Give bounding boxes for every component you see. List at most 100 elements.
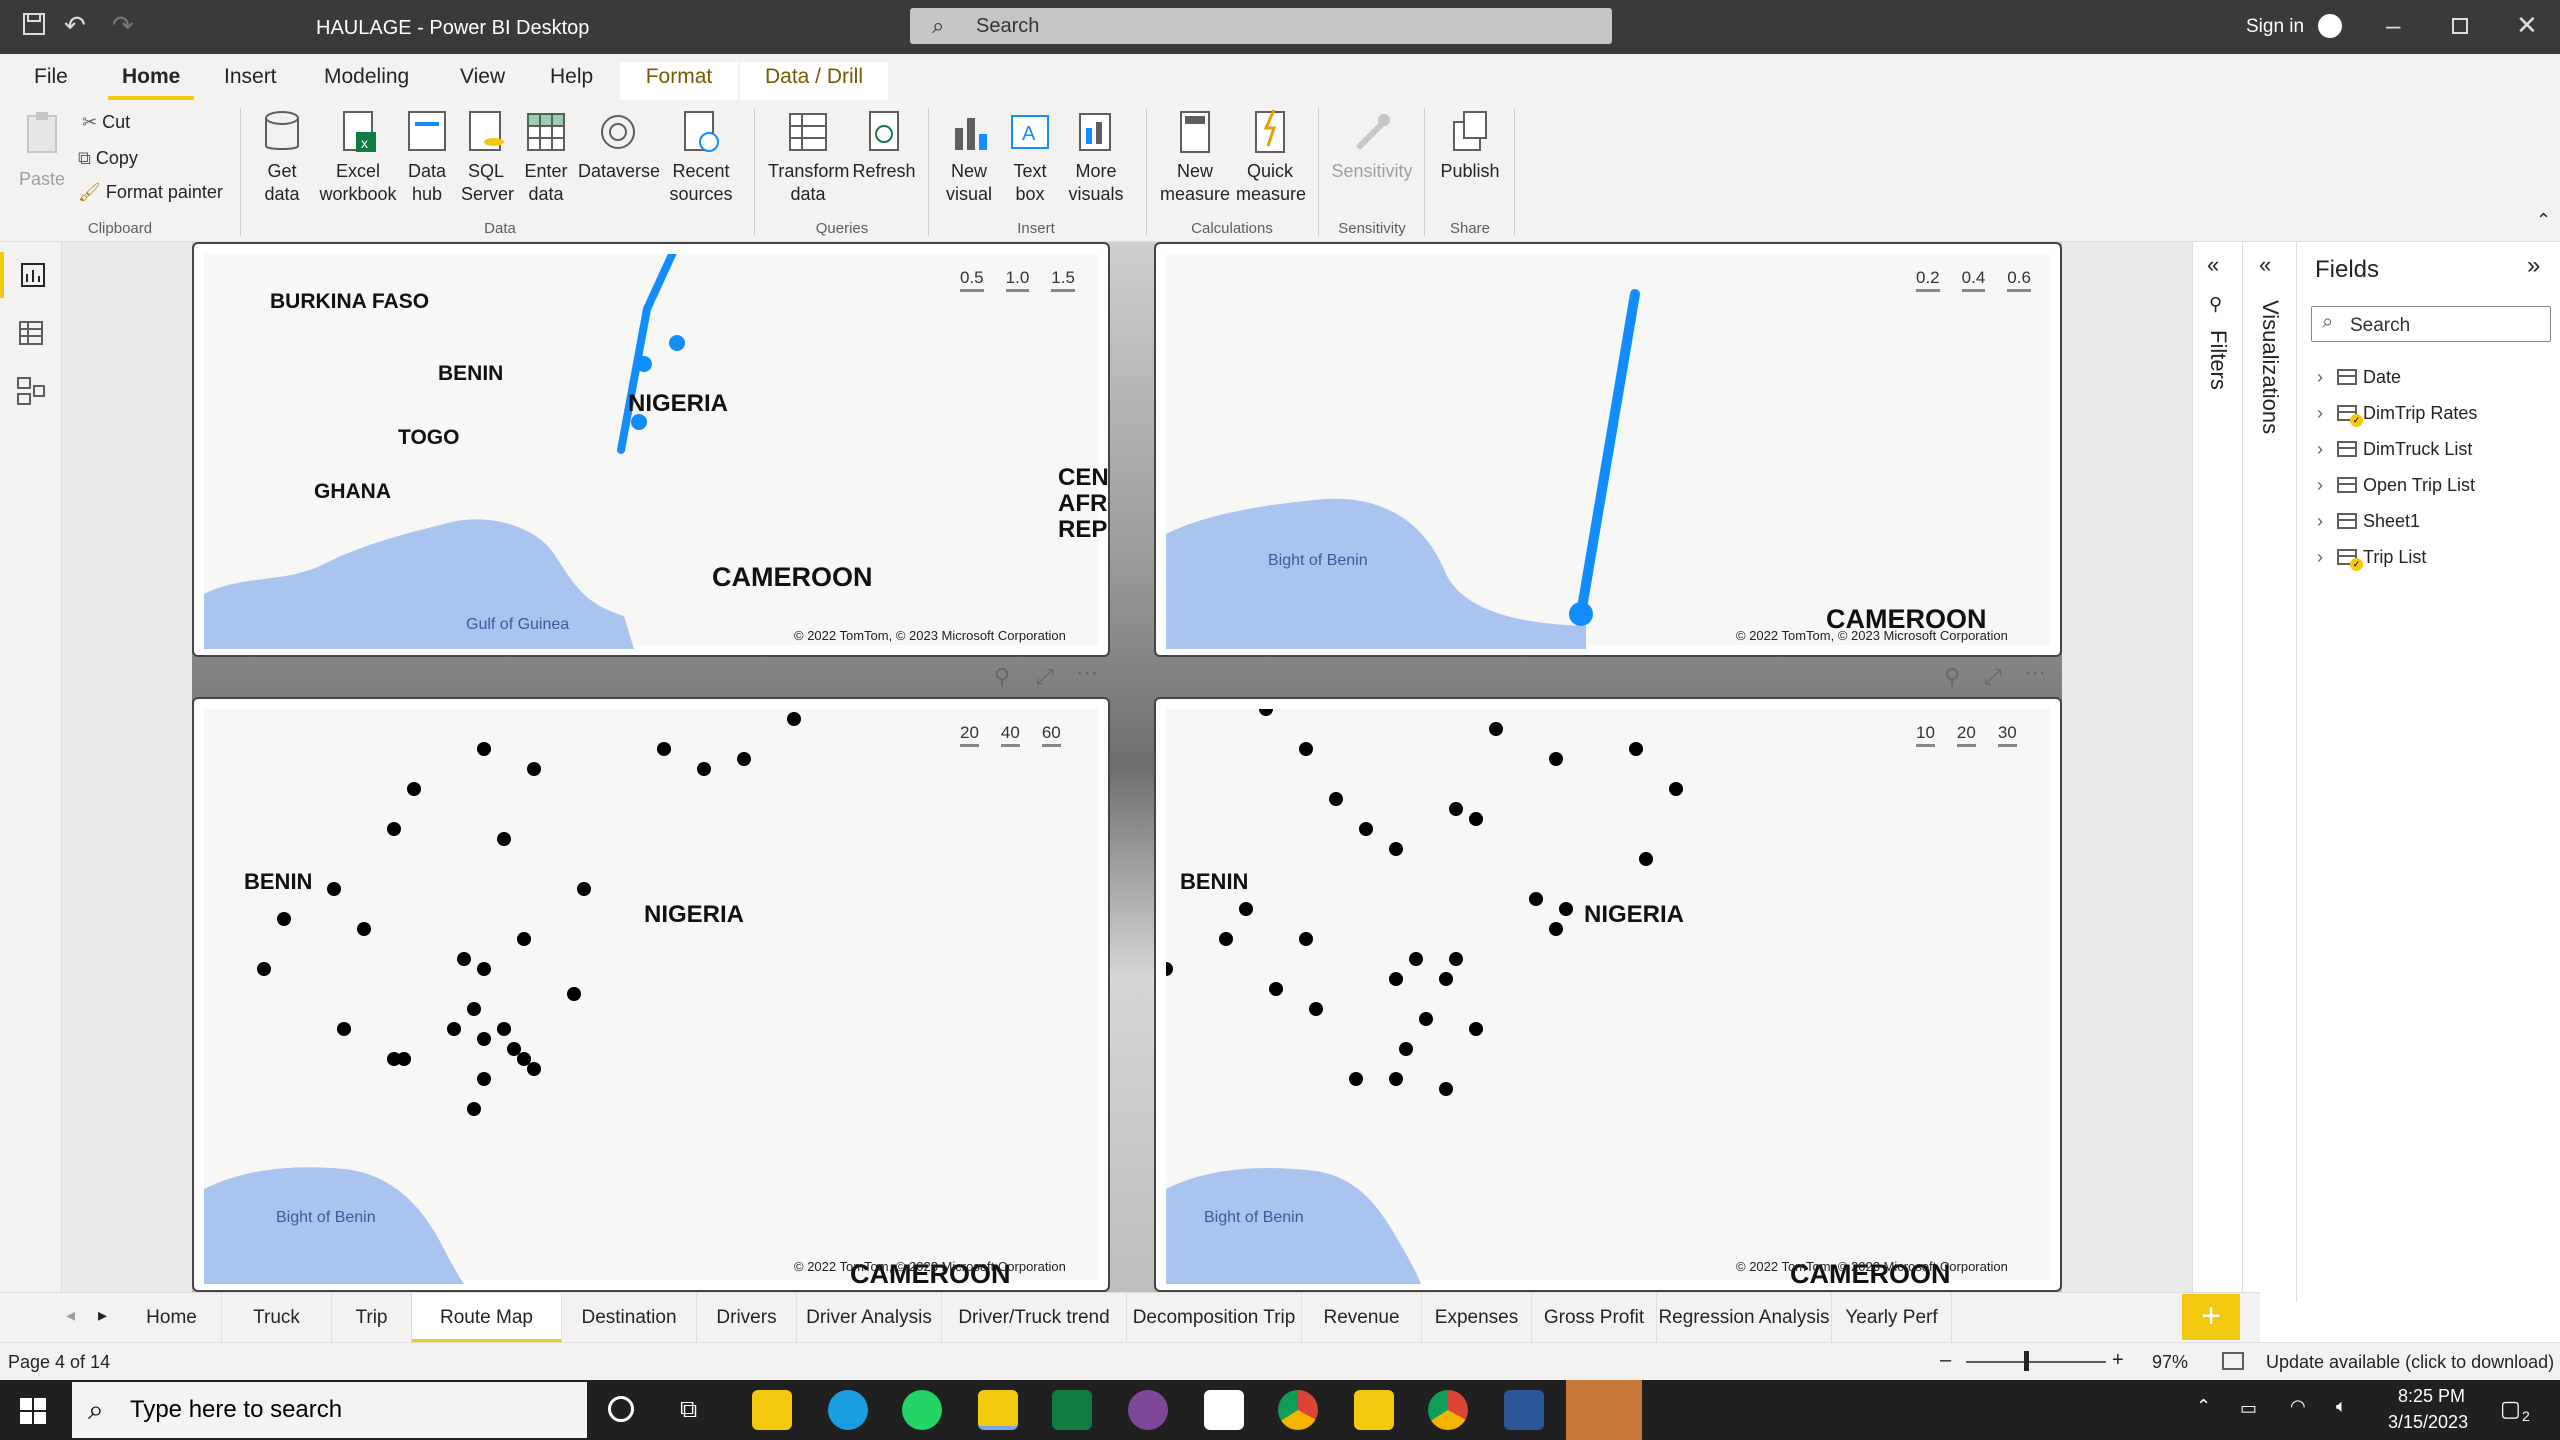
route-point[interactable]	[1309, 1002, 1323, 1016]
page-tab[interactable]: Yearly Perf	[1832, 1293, 1952, 1343]
expand-visualizations-icon[interactable]: «	[2259, 252, 2271, 278]
route-point[interactable]	[447, 1022, 461, 1036]
tab-home[interactable]: Home	[108, 62, 195, 100]
route-point[interactable]	[1359, 822, 1373, 836]
get-data-button[interactable]: Get data	[252, 108, 312, 206]
route-point[interactable]	[1219, 932, 1233, 946]
tab-modeling[interactable]: Modeling	[310, 62, 423, 100]
filter-icon[interactable]: ⚲	[994, 664, 1010, 690]
route-point[interactable]	[1469, 812, 1483, 826]
word-icon[interactable]	[1504, 1390, 1544, 1430]
field-table-sheet1[interactable]: › Sheet1	[2317, 506, 2420, 536]
field-table-open-trip-list[interactable]: › Open Trip List	[2317, 470, 2475, 500]
sign-in-button[interactable]: Sign in	[2246, 16, 2304, 38]
route-point[interactable]	[477, 742, 491, 756]
route-point[interactable]	[497, 832, 511, 846]
filters-pane[interactable]: « ⚲ Filters	[2192, 242, 2242, 1302]
page-tab[interactable]: Home	[122, 1293, 222, 1343]
route-point[interactable]	[1409, 952, 1423, 966]
page-tab[interactable]: Driver Analysis	[797, 1293, 942, 1343]
route-point[interactable]	[467, 1102, 481, 1116]
wifi-icon[interactable]: ◠	[2290, 1396, 2306, 1417]
account-avatar[interactable]	[2318, 14, 2342, 38]
route-point[interactable]	[567, 987, 581, 1001]
chrome-profile-icon[interactable]	[1428, 1390, 1468, 1430]
scroll-right-icon[interactable]: ▸	[98, 1305, 107, 1326]
field-table-dimtruck-list[interactable]: › DimTruck List	[2317, 434, 2472, 464]
route-point[interactable]	[1629, 742, 1643, 756]
dataverse-button[interactable]: Dataverse	[578, 108, 660, 183]
model-view-icon[interactable]	[0, 368, 62, 414]
route-point[interactable]	[1449, 802, 1463, 816]
route-point[interactable]	[1389, 842, 1403, 856]
redo-icon[interactable]: ↷	[112, 10, 134, 41]
page-tab[interactable]: Trip	[332, 1293, 412, 1343]
route-point[interactable]	[387, 822, 401, 836]
expand-filters-icon[interactable]: «	[2207, 252, 2219, 278]
collapse-fields-icon[interactable]: »	[2527, 252, 2540, 280]
notepad-icon[interactable]	[1204, 1390, 1244, 1430]
volume-icon[interactable]: 🔈︎	[2336, 1396, 2347, 1417]
route-point[interactable]	[257, 962, 271, 976]
route-point[interactable]	[787, 712, 801, 726]
route-point[interactable]	[577, 882, 591, 896]
route-point[interactable]	[277, 912, 291, 926]
chrome-icon[interactable]	[1278, 1390, 1318, 1430]
route-point[interactable]	[1439, 972, 1453, 986]
page-tab[interactable]: Gross Profit	[1532, 1293, 1657, 1343]
edge-icon[interactable]	[828, 1390, 868, 1430]
page-tab[interactable]: Expenses	[1422, 1293, 1532, 1343]
close-icon[interactable]: ✕	[2516, 10, 2538, 41]
route-point[interactable]	[1299, 932, 1313, 946]
route-point[interactable]	[357, 922, 371, 936]
page-tab[interactable]: Regression Analysis	[1657, 1293, 1832, 1343]
cut-button[interactable]: ✂ Cut	[82, 112, 130, 133]
zoom-level[interactable]: 97%	[2152, 1352, 2188, 1373]
field-table-trip-list[interactable]: › ✓ Trip List	[2317, 542, 2426, 572]
page-tab[interactable]: Truck	[222, 1293, 332, 1343]
field-table-date[interactable]: › Date	[2317, 362, 2401, 392]
route-point[interactable]	[1469, 1022, 1483, 1036]
sql-server-button[interactable]: SQL Server	[458, 108, 514, 206]
route-point[interactable]	[527, 762, 541, 776]
report-view-icon[interactable]	[0, 252, 62, 298]
route-point[interactable]	[527, 1062, 541, 1076]
map-visual-4[interactable]: BENIN NIGERIA CAMEROON Bight of Benin © …	[1154, 697, 2062, 1292]
new-visual-button[interactable]: New visual	[940, 108, 998, 206]
focus-mode-icon[interactable]: ⤢	[1984, 664, 2002, 690]
focus-mode-icon[interactable]: ⤢	[1036, 664, 1054, 690]
tab-insert[interactable]: Insert	[210, 62, 291, 100]
tab-view[interactable]: View	[446, 62, 519, 100]
route-point[interactable]	[477, 1072, 491, 1086]
format-painter-button[interactable]: 🖌 Format painter	[78, 182, 223, 203]
route-point[interactable]	[1269, 982, 1283, 996]
map-area[interactable]: BENIN NIGERIA CAMEROON Bight of Benin © …	[1166, 709, 2050, 1289]
route-point[interactable]	[1389, 1072, 1403, 1086]
route-point[interactable]	[407, 782, 421, 796]
route-point[interactable]	[1549, 922, 1563, 936]
route-point[interactable]	[1529, 892, 1543, 906]
route-point[interactable]	[457, 952, 471, 966]
zoom-slider-thumb[interactable]	[2024, 1351, 2029, 1371]
page-tab[interactable]: Drivers	[697, 1293, 797, 1343]
route-point[interactable]	[387, 1052, 401, 1066]
tab-format[interactable]: Format	[620, 62, 738, 100]
page-tab[interactable]: Driver/Truck trend	[942, 1293, 1127, 1343]
route-point[interactable]	[1166, 962, 1173, 976]
new-measure-button[interactable]: New measure	[1158, 108, 1232, 206]
route-point[interactable]	[1389, 972, 1403, 986]
file-explorer-icon[interactable]	[752, 1390, 792, 1430]
route-point[interactable]	[1669, 782, 1683, 796]
zoom-out-button[interactable]: –	[1940, 1349, 1951, 1372]
publish-button[interactable]: Publish	[1436, 108, 1504, 183]
excel-icon[interactable]	[1052, 1390, 1092, 1430]
route-point[interactable]	[1239, 902, 1253, 916]
excel-workbook-button[interactable]: x Excel workbook	[318, 108, 398, 206]
route-point[interactable]	[1439, 1082, 1453, 1096]
chevron-up-icon[interactable]: ⌃	[2196, 1396, 2211, 1417]
route-point[interactable]	[327, 882, 341, 896]
power-bi-report-icon[interactable]	[1354, 1390, 1394, 1430]
route-point[interactable]	[1399, 1042, 1413, 1056]
zoom-in-button[interactable]: +	[2112, 1349, 2124, 1372]
tor-browser-icon[interactable]	[1128, 1390, 1168, 1430]
